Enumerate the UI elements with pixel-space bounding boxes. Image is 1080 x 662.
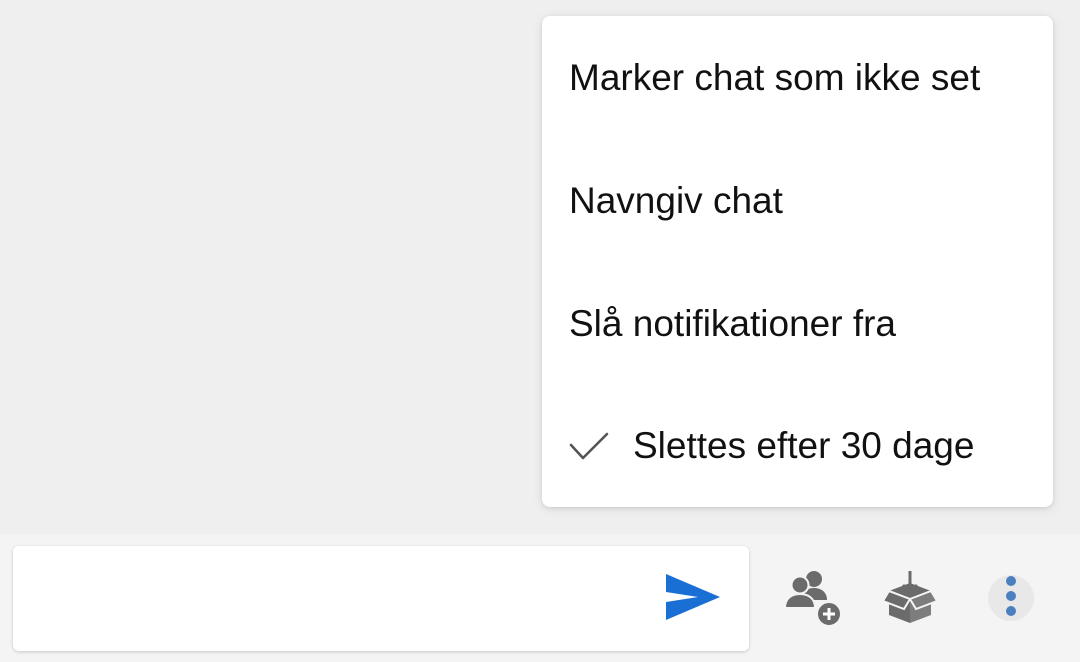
composer-bar [0, 534, 1080, 662]
menu-item-label: Slettes efter 30 dage [633, 424, 975, 466]
menu-item-mark-unread[interactable]: Marker chat som ikke set [542, 16, 1053, 139]
send-icon [664, 572, 722, 627]
menu-item-rename-chat[interactable]: Navngiv chat [542, 139, 1053, 262]
menu-item-label: Navngiv chat [569, 179, 783, 221]
add-people-button[interactable] [780, 567, 844, 631]
menu-item-mute-notifications[interactable]: Slå notifikationer fra [542, 262, 1053, 385]
checkmark-icon [569, 426, 609, 466]
menu-item-label: Slå notifikationer fra [569, 302, 897, 344]
menu-item-label: Marker chat som ikke set [569, 56, 981, 98]
message-input[interactable] [13, 546, 749, 651]
send-button[interactable] [653, 568, 733, 630]
more-options-button[interactable] [988, 575, 1034, 621]
chat-options-menu: Marker chat som ikke set Navngiv chat Sl… [542, 16, 1053, 507]
archive-box-icon [881, 569, 939, 630]
chat-screen: Marker chat som ikke set Navngiv chat Sl… [0, 0, 1080, 662]
add-people-icon [781, 566, 843, 633]
archive-button[interactable] [878, 567, 942, 631]
more-vertical-icon [1004, 575, 1018, 622]
menu-item-delete-after-30-days[interactable]: Slettes efter 30 dage [542, 384, 1053, 507]
